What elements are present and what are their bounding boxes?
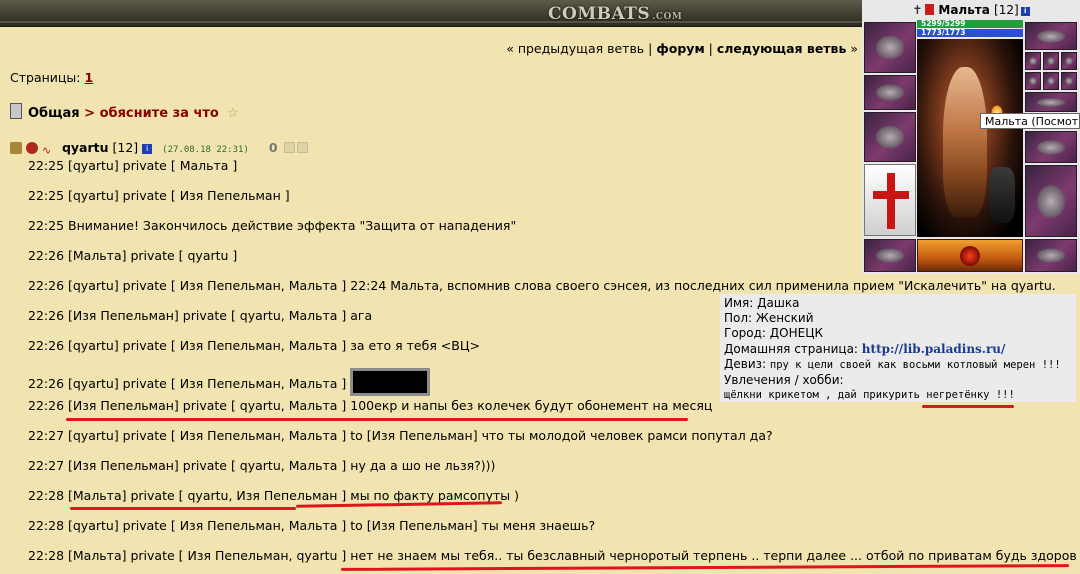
gloves-slot-icon[interactable] xyxy=(1025,92,1077,112)
ring-slot-icon[interactable] xyxy=(864,239,916,272)
annotation-underline xyxy=(70,507,296,510)
annotation-underline xyxy=(922,405,1014,408)
profile-info-box: Имя: Дашка Пол: Женский Город: ДОНЕЦК До… xyxy=(720,294,1076,402)
helmet-slot-icon[interactable] xyxy=(864,22,916,73)
motto-text: пру к цели своей как восьми котловый мер… xyxy=(769,358,1061,371)
profile-name: Имя: Дашка xyxy=(724,296,800,310)
offhand-slot-icon[interactable] xyxy=(1025,131,1077,163)
bracers-slot-icon[interactable] xyxy=(864,75,916,110)
redacted-block xyxy=(350,368,431,396)
profile-hobbies-label: Увлечения / хобби: xyxy=(724,373,844,388)
top-banner: COMBATS .COM xyxy=(0,0,865,27)
clan-badge-icon xyxy=(10,142,22,154)
next-thread-link[interactable]: следующая ветвь xyxy=(717,41,847,56)
chat-line: 22:26 [Мальта] private [ qyartu ] xyxy=(28,248,238,263)
thread-nav: « предыдущая ветвь | форум | следующая в… xyxy=(506,41,858,56)
chat-line: 22:28 [qyartu] private [ Изя Пепельман, … xyxy=(28,518,596,533)
page-link-1[interactable]: 1 xyxy=(85,70,94,85)
vote-up-button[interactable] xyxy=(283,142,295,153)
mana-bar: 1773/1773 xyxy=(917,29,1023,37)
homepage-link[interactable]: http://lib.paladins.ru/ xyxy=(862,342,1006,356)
chat-line: 22:27 [qyartu] private [ Изя Пепельман, … xyxy=(28,428,773,443)
chat-line: 22:25 [qyartu] private [ Мальта ] xyxy=(28,158,238,173)
profile-city: Город: ДОНЕЦК xyxy=(724,326,824,341)
pages-label: Страницы: xyxy=(10,70,81,85)
align-badge-icon xyxy=(25,142,38,154)
forum-link[interactable]: форум xyxy=(656,41,704,56)
rank-badge-icon: ∿ xyxy=(41,144,52,157)
chat-line-text: 22:26 [qyartu] private [ Изя Пепельман, … xyxy=(28,376,347,391)
ring1-slot-icon[interactable] xyxy=(1025,52,1041,70)
prev-thread-link[interactable]: « предыдущая ветвь xyxy=(506,41,644,56)
ring3-slot-icon[interactable] xyxy=(1061,52,1077,70)
author-info-icon[interactable]: i xyxy=(142,144,153,154)
nav-separator: | xyxy=(644,41,657,56)
pagination: Страницы: 1 xyxy=(10,70,93,85)
weapon-slot-icon[interactable] xyxy=(864,112,916,162)
nav-separator: | xyxy=(704,41,717,56)
character-tooltip: Мальта (Посмотр xyxy=(980,113,1080,129)
earrings-slot-icon[interactable] xyxy=(1025,22,1077,50)
topic-title: обясните за что xyxy=(99,106,219,121)
chat-line: 22:26 [qyartu] private [ Изя Пепельман, … xyxy=(28,368,431,396)
profile-homepage: Домашняя страница: http://lib.paladins.r… xyxy=(724,342,1076,357)
profile-gender: Пол: Женский xyxy=(724,311,814,326)
chat-line: 22:26 [qyartu] private [ Изя Пепельман, … xyxy=(28,338,481,353)
character-info-icon[interactable]: i xyxy=(1020,7,1030,16)
chat-line: 22:26 [Изя Пепельман] private [ qyartu, … xyxy=(28,308,373,323)
topic-arrow: > xyxy=(79,106,100,121)
character-name[interactable]: Мальта xyxy=(938,3,989,17)
favorite-star-icon[interactable]: ☆ xyxy=(227,106,239,121)
post-score: 0 xyxy=(268,140,278,155)
chat-line: 22:26 [qyartu] private [ Изя Пепельман, … xyxy=(28,278,1056,293)
chat-line: 22:27 [Изя Пепельман] private [ qyartu, … xyxy=(28,458,496,473)
chat-line: 22:25 [qyartu] private [ Изя Пепельман ] xyxy=(28,188,290,203)
chat-line: 22:25 Внимание! Закончилось действие эфф… xyxy=(28,218,517,233)
character-title: ✝ Мальта [12] i xyxy=(862,0,1080,20)
amulet3-slot-icon[interactable] xyxy=(1061,72,1077,90)
homepage-label: Домашняя страница: xyxy=(724,341,862,356)
character-level: [12] xyxy=(994,3,1019,17)
nav-tail: » xyxy=(846,41,858,56)
profile-motto: Девиз: пру к цели своей как восьми котло… xyxy=(724,357,1076,373)
post-header: ∿ qyartu [12] i (27.08.18 22:31) 0 xyxy=(10,140,308,157)
motto-label: Девиз: xyxy=(724,356,770,371)
vote-down-button[interactable] xyxy=(296,142,308,153)
combats-logo[interactable]: COMBATS .COM xyxy=(548,4,682,24)
ring2-slot-icon[interactable] xyxy=(1043,52,1059,70)
forum-section-icon xyxy=(10,103,22,119)
boots-slot-icon[interactable] xyxy=(1025,239,1077,272)
clan-icon[interactable] xyxy=(925,4,935,15)
chat-line: 22:28 [Мальта] private [ qyartu, Изя Пеп… xyxy=(28,488,520,503)
character-portrait[interactable] xyxy=(917,39,1023,237)
chat-line: 22:26 [Изя Пепельман] private [ qyartu, … xyxy=(28,398,713,413)
forum-section-name[interactable]: Общая xyxy=(28,106,80,121)
post-date: (27.08.18 22:31) xyxy=(162,145,249,155)
annotation-underline xyxy=(66,418,688,421)
annotation-underline xyxy=(340,564,1070,571)
banner-strip xyxy=(0,21,865,23)
hp-bar: 5299/5299 xyxy=(917,20,1023,28)
shield-slot-icon[interactable] xyxy=(864,164,916,236)
amulet1-slot-icon[interactable] xyxy=(1025,72,1041,90)
profile-hobbies: щёлкни крикетом , дай прикурить негретён… xyxy=(724,389,1015,402)
belt-slot-icon[interactable] xyxy=(917,239,1023,272)
topic-header: Общая > обясните за что ☆ xyxy=(10,103,239,121)
armor-slot-icon[interactable] xyxy=(1025,165,1077,237)
amulet2-slot-icon[interactable] xyxy=(1043,72,1059,90)
post-author[interactable]: qyartu xyxy=(62,140,109,155)
cross-icon: ✝ xyxy=(912,3,923,17)
chat-line: 22:28 [Мальта] private [ Изя Пепельман, … xyxy=(28,548,1080,563)
post-author-level: [12] xyxy=(112,140,139,155)
